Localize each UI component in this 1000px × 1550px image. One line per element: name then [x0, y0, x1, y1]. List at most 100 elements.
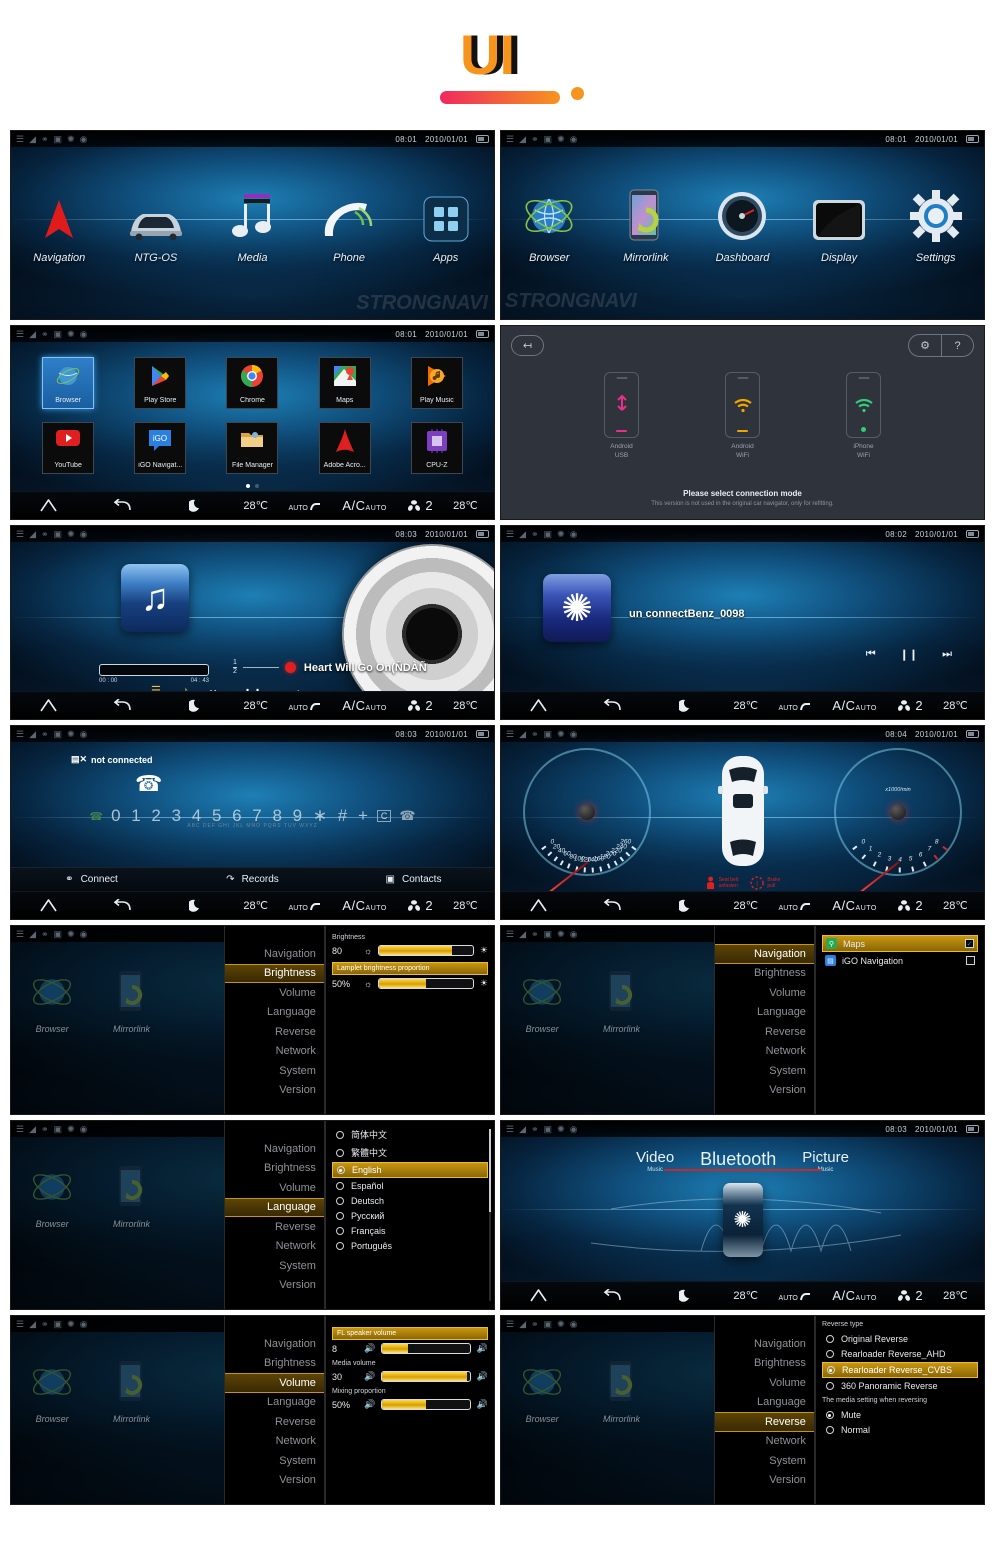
- lamplet-slider[interactable]: [378, 978, 474, 989]
- settings-item-reverse[interactable]: Reverse: [225, 1412, 324, 1432]
- settings-item-navigation[interactable]: Navigation: [714, 944, 814, 964]
- lamplet-brightness-label[interactable]: Lamplet brightness proportion: [331, 962, 488, 975]
- previous-icon[interactable]: ⏮: [866, 648, 876, 661]
- settings-item-navigation[interactable]: Navigation: [225, 944, 324, 964]
- language-option[interactable]: Русский: [332, 1209, 488, 1223]
- media-volume-slider[interactable]: [381, 1371, 471, 1382]
- bg-app-mirrorlink[interactable]: Mirrorlink: [603, 1348, 640, 1424]
- language-option[interactable]: Français: [332, 1224, 488, 1238]
- phone-tab-records[interactable]: ↷ Records: [172, 874, 333, 885]
- climate-right-temp[interactable]: 28℃: [943, 1289, 968, 1302]
- app-tile-play-store[interactable]: Play Store: [134, 356, 187, 409]
- app-tile-chrome[interactable]: Chrome: [226, 356, 279, 409]
- fan-control[interactable]: 2: [897, 1288, 923, 1303]
- climate-left-temp[interactable]: 28℃: [243, 499, 268, 512]
- seat-auto-button[interactable]: AUTO: [779, 699, 812, 712]
- home-item-dashboard[interactable]: Dashboard: [697, 186, 789, 264]
- climate-right-temp[interactable]: 28℃: [943, 899, 968, 912]
- night-mode-icon[interactable]: [159, 699, 233, 713]
- bg-app-browser[interactable]: Browser: [30, 958, 74, 1034]
- fan-control[interactable]: 2: [407, 698, 433, 713]
- seat-auto-button[interactable]: AUTO: [289, 699, 322, 712]
- fan-control[interactable]: 2: [897, 898, 923, 913]
- seat-auto-button[interactable]: AUTO: [289, 499, 322, 512]
- send-icon[interactable]: ☎: [89, 810, 103, 823]
- back-icon[interactable]: [575, 1289, 649, 1302]
- settings-item-reverse[interactable]: Reverse: [225, 1022, 324, 1042]
- settings-item-language[interactable]: Language: [715, 1393, 814, 1413]
- mode-iphone-wifi[interactable]: iPhone WiFi: [846, 372, 881, 461]
- clear-key[interactable]: C: [376, 810, 392, 822]
- fl-speaker-slider[interactable]: [381, 1343, 471, 1354]
- help-icon[interactable]: ?: [941, 335, 973, 356]
- settings-item-version[interactable]: Version: [715, 1471, 814, 1491]
- mode-android-usb[interactable]: Android USB: [604, 372, 639, 461]
- seat-auto-button[interactable]: AUTO: [779, 1289, 812, 1302]
- settings-item-system[interactable]: System: [225, 1451, 324, 1471]
- bg-app-browser[interactable]: Browser: [520, 1348, 564, 1424]
- bg-app-browser[interactable]: Browser: [520, 958, 564, 1034]
- ac-button[interactable]: A/CAUTO: [342, 698, 387, 713]
- page-dot-active[interactable]: [246, 484, 250, 488]
- home-item-navigation[interactable]: Navigation: [13, 186, 105, 264]
- settings-item-volume[interactable]: Volume: [224, 1373, 324, 1393]
- climate-right-temp[interactable]: 28℃: [943, 699, 968, 712]
- climate-right-temp[interactable]: 28℃: [453, 899, 478, 912]
- home-item-apps[interactable]: Apps: [400, 186, 492, 264]
- media-source-bluetooth[interactable]: Bluetooth: [700, 1149, 776, 1170]
- phone-tab-contacts[interactable]: ▣ Contacts: [333, 874, 494, 885]
- settings-item-language[interactable]: Language: [224, 1197, 324, 1217]
- night-mode-icon[interactable]: [159, 899, 233, 913]
- settings-item-navigation[interactable]: Navigation: [225, 1334, 324, 1354]
- settings-item-navigation[interactable]: Navigation: [715, 1334, 814, 1354]
- fl-speaker-label[interactable]: FL speaker volume: [331, 1327, 488, 1340]
- home-icon[interactable]: [11, 699, 85, 712]
- climate-left-temp[interactable]: 28℃: [733, 899, 758, 912]
- settings-item-network[interactable]: Network: [225, 1042, 324, 1062]
- app-tile-adobe-acrobat[interactable]: Adobe Acro...: [318, 422, 371, 475]
- settings-item-reverse[interactable]: Reverse: [715, 1022, 814, 1042]
- bg-app-mirrorlink[interactable]: Mirrorlink: [113, 1153, 150, 1229]
- home-item-phone[interactable]: Phone: [303, 186, 395, 264]
- bg-app-mirrorlink[interactable]: Mirrorlink: [113, 958, 150, 1034]
- settings-item-reverse[interactable]: Reverse: [714, 1412, 814, 1432]
- climate-right-temp[interactable]: 28℃: [453, 499, 478, 512]
- settings-item-language[interactable]: Language: [715, 1003, 814, 1023]
- settings-item-system[interactable]: System: [715, 1061, 814, 1081]
- phone-tab-connect[interactable]: ⚭ Connect: [11, 874, 172, 885]
- settings-item-language[interactable]: Language: [225, 1003, 324, 1023]
- home-icon[interactable]: [501, 699, 575, 712]
- settings-item-network[interactable]: Network: [715, 1042, 814, 1062]
- home-item-mirrorlink[interactable]: Mirrorlink: [600, 186, 692, 264]
- home-item-settings[interactable]: Settings: [890, 186, 982, 264]
- back-icon[interactable]: [575, 699, 649, 712]
- bg-app-browser[interactable]: Browser: [30, 1348, 74, 1424]
- nav-app-maps[interactable]: ⚲ Maps ✓: [821, 935, 978, 952]
- settings-item-brightness[interactable]: Brightness: [715, 964, 814, 984]
- back-icon[interactable]: [85, 699, 159, 712]
- ac-button[interactable]: A/CAUTO: [832, 1288, 877, 1303]
- seat-auto-button[interactable]: AUTO: [779, 899, 812, 912]
- app-tile-youtube[interactable]: YouTube: [42, 422, 95, 475]
- settings-item-language[interactable]: Language: [225, 1393, 324, 1413]
- ac-button[interactable]: A/CAUTO: [342, 498, 387, 513]
- app-tile-maps[interactable]: Maps: [318, 356, 371, 409]
- end-call-icon[interactable]: ☎: [399, 808, 415, 824]
- climate-left-temp[interactable]: 28℃: [733, 1289, 758, 1302]
- mixing-proportion-slider[interactable]: [381, 1399, 471, 1410]
- bg-app-mirrorlink[interactable]: Mirrorlink: [113, 1348, 150, 1424]
- reverse-media-option-mute[interactable]: Mute: [822, 1408, 978, 1422]
- settings-item-version[interactable]: Version: [225, 1276, 324, 1296]
- home-icon[interactable]: [501, 1289, 575, 1302]
- seat-auto-button[interactable]: AUTO: [289, 899, 322, 912]
- language-option[interactable]: Português: [332, 1239, 488, 1253]
- back-icon[interactable]: [85, 899, 159, 912]
- settings-item-network[interactable]: Network: [225, 1432, 324, 1452]
- settings-item-version[interactable]: Version: [225, 1471, 324, 1491]
- app-tile-igo[interactable]: iGO iGO Navigat...: [134, 422, 187, 475]
- settings-item-network[interactable]: Network: [715, 1432, 814, 1452]
- settings-item-navigation[interactable]: Navigation: [225, 1139, 324, 1159]
- track-knob[interactable]: [284, 662, 296, 674]
- settings-item-brightness[interactable]: Brightness: [225, 1354, 324, 1374]
- pause-icon[interactable]: ❙❙: [900, 648, 918, 661]
